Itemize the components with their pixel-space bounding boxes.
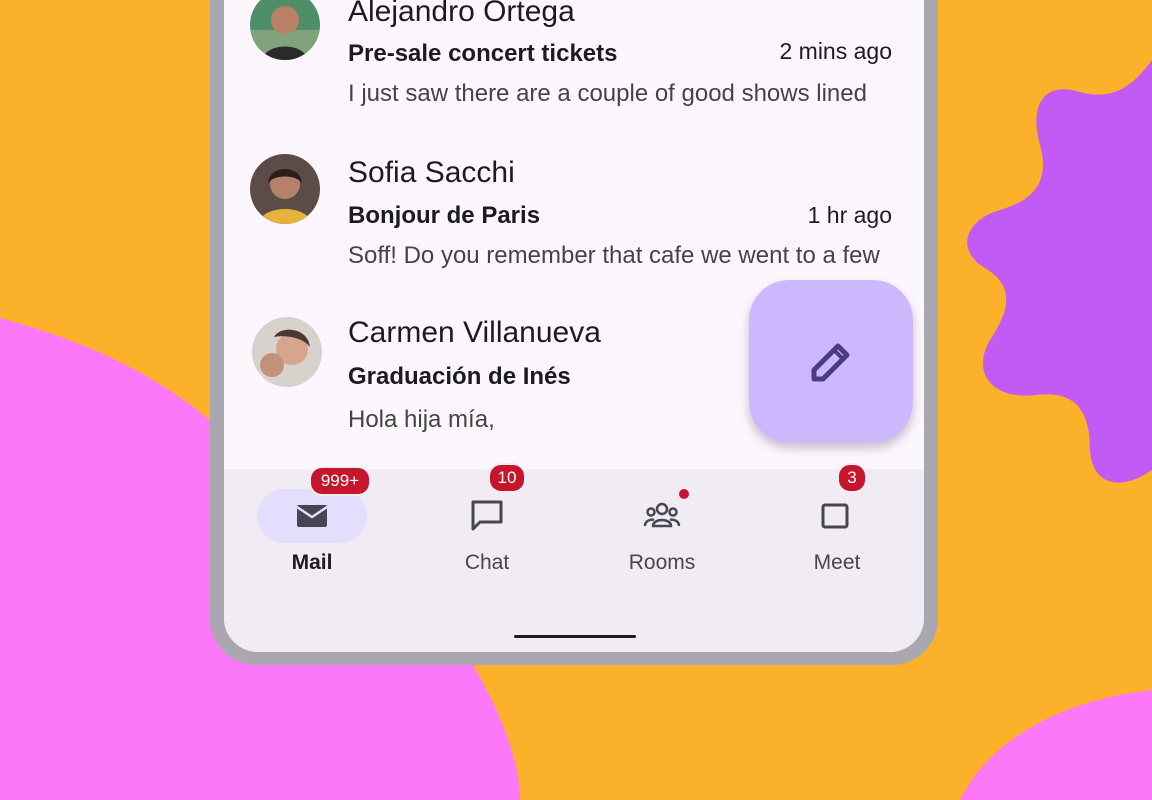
email-list-item[interactable]: Alejandro Ortega Pre-sale concert ticket… — [224, 0, 924, 120]
phone-frame: Alejandro Ortega Pre-sale concert ticket… — [210, 0, 938, 665]
email-sender: Carmen Villanueva — [348, 316, 601, 349]
mail-icon — [296, 505, 328, 527]
purple-star-blob — [967, 60, 1152, 483]
meet-count-badge: 3 — [837, 463, 867, 493]
nav-item-rooms[interactable]: Rooms — [587, 469, 737, 589]
email-preview: Soff! Do you remember that cafe we went … — [348, 242, 880, 269]
mail-count-badge: 999+ — [309, 466, 371, 496]
chat-count-badge: 10 — [488, 463, 526, 493]
avatar — [252, 317, 322, 387]
compose-fab-button[interactable] — [749, 280, 913, 442]
avatar — [250, 0, 320, 60]
nav-label-chat: Chat — [464, 551, 510, 574]
email-preview: I just saw there are a couple of good sh… — [348, 80, 867, 107]
avatar — [250, 154, 320, 224]
email-list-item[interactable]: Sofia Sacchi Bonjour de Paris 1 hr ago S… — [224, 140, 924, 300]
pencil-icon — [811, 343, 850, 382]
nav-label-rooms: Rooms — [628, 551, 696, 574]
nav-item-chat[interactable]: 10 Chat — [412, 463, 562, 589]
email-subject: Graduación de Inés — [348, 363, 571, 390]
chat-icon — [471, 500, 503, 531]
email-time: 1 hr ago — [807, 202, 892, 228]
bottom-navigation-bar: 999+ Mail 10 Chat Rooms 3 Meet — [224, 463, 924, 652]
nav-item-mail[interactable]: 999+ Mail — [237, 466, 387, 589]
email-subject: Pre-sale concert tickets — [348, 40, 618, 67]
meet-icon — [821, 503, 849, 529]
gesture-handle[interactable] — [514, 635, 636, 638]
pink-blob-corner — [960, 690, 1152, 800]
email-sender: Alejandro Ortega — [348, 0, 575, 28]
email-subject: Bonjour de Paris — [348, 202, 541, 229]
rooms-dot-badge — [679, 489, 689, 499]
email-sender: Sofia Sacchi — [348, 156, 515, 189]
email-time: 2 mins ago — [779, 38, 892, 64]
nav-label-mail: Mail — [291, 551, 333, 574]
nav-label-meet: Meet — [813, 551, 861, 574]
nav-item-meet[interactable]: 3 Meet — [762, 463, 912, 589]
phone-screen: Alejandro Ortega Pre-sale concert ticket… — [224, 0, 924, 652]
rooms-icon — [643, 502, 681, 528]
